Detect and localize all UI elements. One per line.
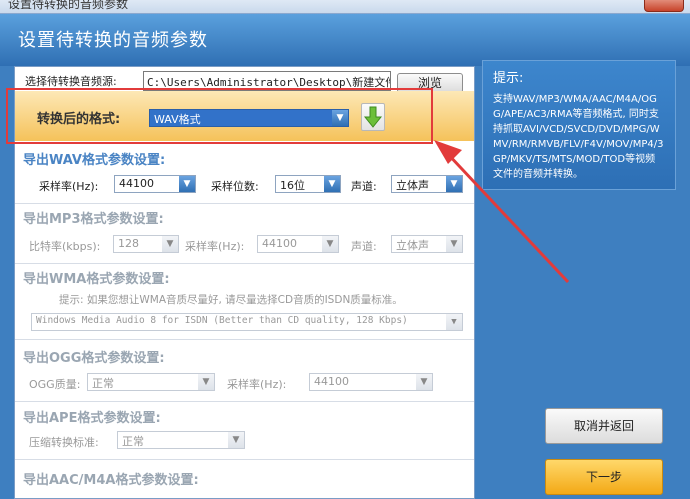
divider <box>15 203 474 204</box>
chevron-down-icon: ▼ <box>322 236 338 252</box>
mp3-bitrate-value: 128 <box>118 237 139 250</box>
wav-section-title: 导出WAV格式参数设置: <box>23 153 166 168</box>
chevron-down-icon: ▼ <box>198 374 214 390</box>
aac-section-title: 导出AAC/M4A格式参数设置: <box>23 473 199 488</box>
next-step-button[interactable]: 下一步 <box>545 459 663 495</box>
chevron-down-icon: ▼ <box>179 176 195 192</box>
wma-section-title: 导出WMA格式参数设置: <box>23 272 170 287</box>
mp3-bitrate-label: 比特率(kbps): <box>29 240 101 253</box>
mp3-channel-value: 立体声 <box>396 239 429 252</box>
cancel-return-button[interactable]: 取消并返回 <box>545 408 663 444</box>
ogg-sample-rate-label: 采样率(Hz): <box>227 378 287 391</box>
mp3-section-title: 导出MP3格式参数设置: <box>23 212 164 227</box>
ogg-quality-select[interactable]: 正常 ▼ <box>87 373 215 391</box>
wma-profile-value: Windows Media Audio 8 for ISDN (Better t… <box>36 315 408 326</box>
window-titlebar: 设置待转换的音频参数 <box>0 0 690 14</box>
window-close-button[interactable] <box>644 0 684 12</box>
ape-level-label: 压缩转换标准: <box>29 436 99 449</box>
mp3-sample-rate-value: 44100 <box>262 237 297 250</box>
wav-bits-label: 采样位数: <box>211 180 259 193</box>
dialog-header: 设置待转换的音频参数 <box>0 14 690 66</box>
divider <box>15 263 474 264</box>
chevron-down-icon: ▼ <box>228 432 244 448</box>
tips-body: 支持WAV/MP3/WMA/AAC/M4A/OGG/APE/AC3/RMA等音频… <box>493 94 664 180</box>
ogg-section-title: 导出OGG格式参数设置: <box>23 351 165 366</box>
format-highlight-box <box>6 88 433 144</box>
source-row: 选择待转换音频源: <box>25 73 117 89</box>
mp3-sample-rate-select[interactable]: 44100 ▼ <box>257 235 339 253</box>
chevron-down-icon: ▼ <box>162 236 178 252</box>
window-title: 设置待转换的音频参数 <box>8 0 129 11</box>
wav-sample-rate-label: 采样率(Hz): <box>39 180 99 193</box>
mp3-sample-rate-label: 采样率(Hz): <box>185 240 245 253</box>
wav-channel-value: 立体声 <box>396 179 429 192</box>
wma-profile-select[interactable]: Windows Media Audio 8 for ISDN (Better t… <box>31 313 463 331</box>
dialog-title: 设置待转换的音频参数 <box>18 30 208 51</box>
ogg-quality-value: 正常 <box>92 377 114 390</box>
divider <box>15 459 474 460</box>
ogg-quality-label: OGG质量: <box>29 378 81 391</box>
tips-title: 提示: <box>493 71 524 86</box>
source-label: 选择待转换音频源: <box>25 75 117 88</box>
mp3-channel-select[interactable]: 立体声 ▼ <box>391 235 463 253</box>
chevron-down-icon: ▼ <box>446 176 462 192</box>
ogg-sample-rate-value: 44100 <box>314 375 349 388</box>
wav-bits-select[interactable]: 16位 ▼ <box>275 175 341 193</box>
ape-level-select[interactable]: 正常 ▼ <box>117 431 245 449</box>
mp3-channel-label: 声道: <box>351 240 377 253</box>
wav-sample-rate-value: 44100 <box>119 177 154 190</box>
wav-channel-select[interactable]: 立体声 ▼ <box>391 175 463 193</box>
wav-channel-label: 声道: <box>351 180 377 193</box>
chevron-down-icon: ▼ <box>324 176 340 192</box>
chevron-down-icon: ▼ <box>446 314 462 330</box>
wav-sample-rate-select[interactable]: 44100 ▼ <box>114 175 196 193</box>
wav-bits-value: 16位 <box>280 179 305 192</box>
chevron-down-icon: ▼ <box>416 374 432 390</box>
divider <box>15 401 474 402</box>
wma-hint: 提示: 如果您想让WMA音质尽量好, 请尽量选择CD音质的ISDN质量标准。 <box>59 294 403 306</box>
ape-section-title: 导出APE格式参数设置: <box>23 411 161 426</box>
tips-panel: 提示: 支持WAV/MP3/WMA/AAC/M4A/OGG/APE/AC3/RM… <box>482 60 676 190</box>
divider <box>15 339 474 340</box>
chevron-down-icon: ▼ <box>446 236 462 252</box>
ogg-sample-rate-select[interactable]: 44100 ▼ <box>309 373 433 391</box>
ape-level-value: 正常 <box>122 435 144 448</box>
mp3-bitrate-select[interactable]: 128 ▼ <box>113 235 179 253</box>
